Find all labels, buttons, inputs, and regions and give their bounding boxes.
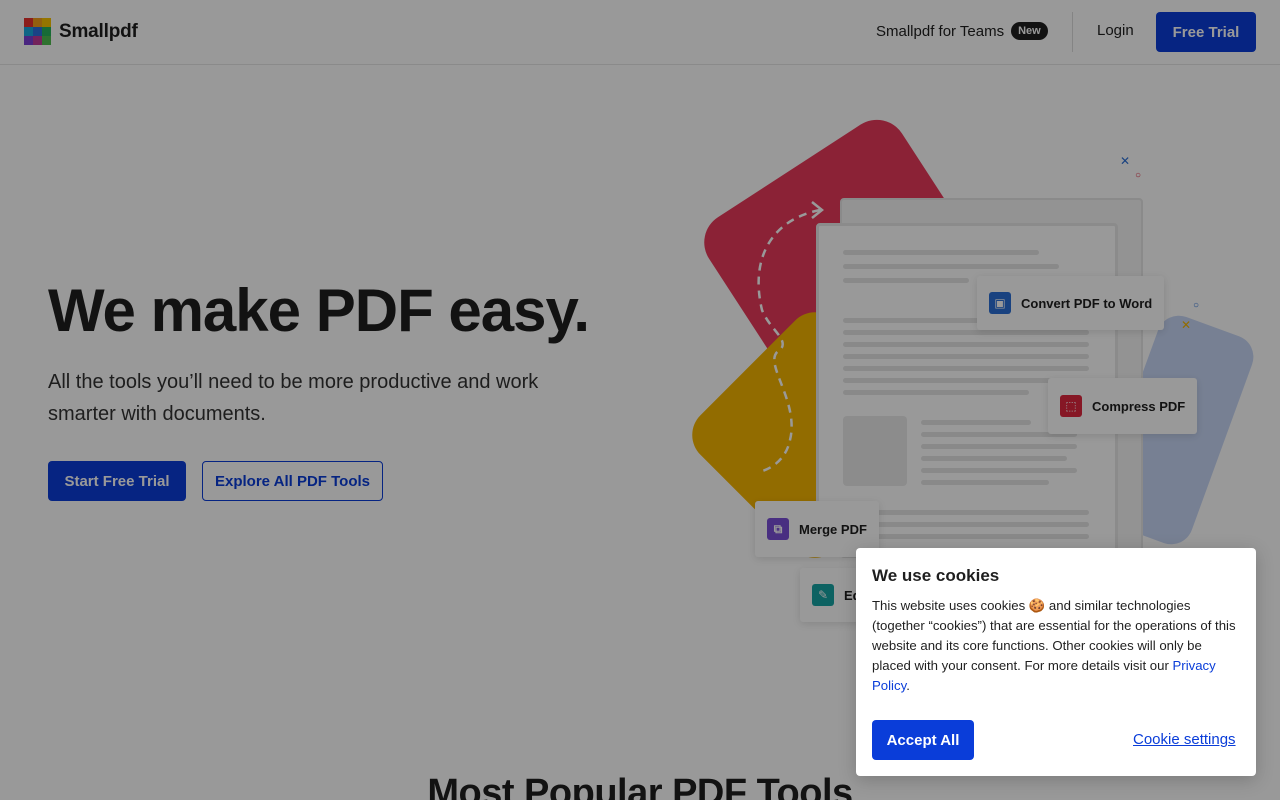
cookie-banner: We use cookies This website uses cookies… — [856, 548, 1256, 776]
cookie-settings-link[interactable]: Cookie settings — [1133, 731, 1236, 748]
cookie-title: We use cookies — [872, 566, 1000, 585]
cookie-text-end: . — [906, 678, 910, 693]
cookie-text: This website uses cookies 🍪 and similar … — [872, 596, 1244, 696]
accept-all-button[interactable]: Accept All — [872, 720, 974, 760]
